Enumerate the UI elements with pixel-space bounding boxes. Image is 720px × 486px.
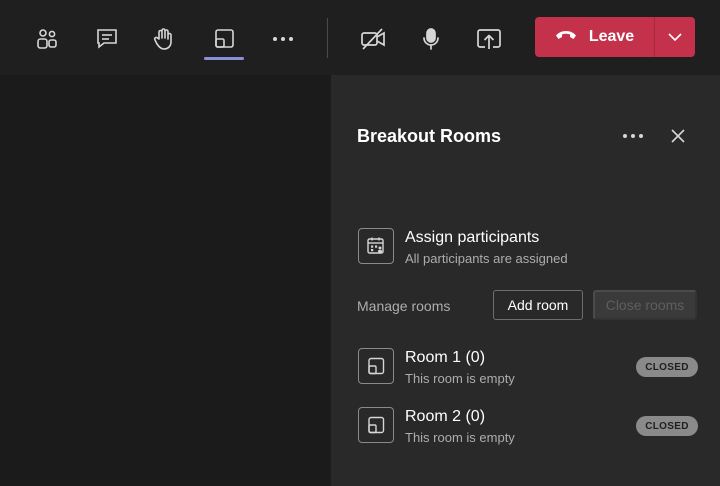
more-actions-icon[interactable] <box>266 22 300 56</box>
meeting-toolbar: Leave <box>0 0 720 75</box>
status-badge: CLOSED <box>636 357 698 377</box>
leave-button[interactable]: Leave <box>535 17 654 57</box>
calendar-people-icon <box>358 228 394 264</box>
meeting-stage <box>0 75 331 486</box>
assign-participants[interactable]: Assign participants All participants are… <box>358 228 658 268</box>
breakout-room-icon <box>358 407 394 443</box>
room-status: This room is empty <box>405 371 515 386</box>
room-status: This room is empty <box>405 430 515 445</box>
hang-up-icon <box>555 28 577 46</box>
leave-options-dropdown[interactable] <box>655 17 695 57</box>
room-item[interactable]: Room 2 (0) This room is empty CLOSED <box>358 407 698 447</box>
toolbar-divider <box>327 18 328 58</box>
people-icon[interactable] <box>30 22 64 56</box>
add-room-button[interactable]: Add room <box>493 290 583 320</box>
room-item[interactable]: Room 1 (0) This room is empty CLOSED <box>358 348 698 388</box>
manage-rooms-label: Manage rooms <box>357 298 451 314</box>
camera-off-icon[interactable] <box>356 22 390 56</box>
chat-icon[interactable] <box>90 22 124 56</box>
microphone-icon[interactable] <box>414 22 448 56</box>
assign-title: Assign participants <box>405 229 540 246</box>
raise-hand-icon[interactable] <box>147 22 181 56</box>
breakout-room-icon <box>358 348 394 384</box>
room-name: Room 2 (0) <box>405 408 486 425</box>
leave-label: Leave <box>588 28 635 45</box>
panel-more-options-icon[interactable] <box>619 125 647 147</box>
leave-button-group: Leave <box>535 17 695 57</box>
status-badge: CLOSED <box>636 416 698 436</box>
room-name: Room 1 (0) <box>405 349 486 366</box>
close-rooms-button: Close rooms <box>593 290 697 320</box>
chevron-down-icon <box>668 33 682 41</box>
share-screen-icon[interactable] <box>472 22 506 56</box>
breakout-rooms-panel: Breakout Rooms Assign participants All p… <box>331 75 720 486</box>
assign-subtitle: All participants are assigned <box>405 251 568 266</box>
close-icon[interactable] <box>666 124 690 148</box>
active-tab-indicator <box>204 57 244 60</box>
breakout-rooms-icon[interactable] <box>207 22 241 56</box>
panel-title: Breakout Rooms <box>357 126 502 146</box>
